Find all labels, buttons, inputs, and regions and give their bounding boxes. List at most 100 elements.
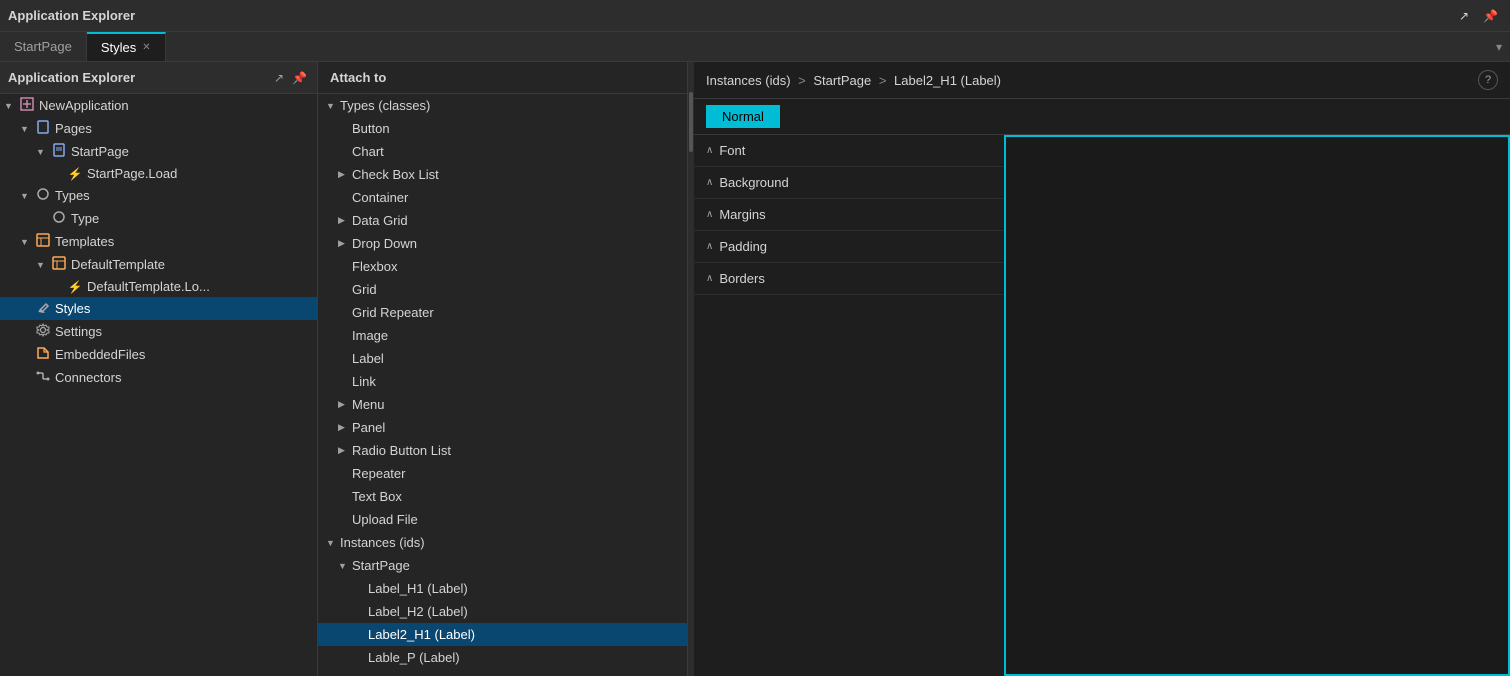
prop-section-arrow-padding: ∧ xyxy=(706,241,713,252)
middle-tree-item-types-classes[interactable]: ▼Types (classes) xyxy=(318,94,687,117)
middle-arrow-drop-down[interactable]: ▶ xyxy=(338,238,352,249)
prop-section-padding[interactable]: ∧Padding xyxy=(694,231,1004,263)
prop-section-margins[interactable]: ∧Margins xyxy=(694,199,1004,231)
middle-tree-item-label[interactable]: Label xyxy=(318,347,687,370)
middle-tree-item-upload-file[interactable]: Upload File xyxy=(318,508,687,531)
middle-tree-item-repeater[interactable]: Repeater xyxy=(318,462,687,485)
tree-arrow-types[interactable]: ▼ xyxy=(20,191,34,201)
help-button[interactable]: ? xyxy=(1478,70,1498,90)
types-icon xyxy=(34,187,52,204)
folder-icon xyxy=(34,346,52,363)
middle-tree-item-radio-button-list[interactable]: ▶Radio Button List xyxy=(318,439,687,462)
tab-overflow-icon[interactable]: ▾ xyxy=(1496,40,1502,54)
sidebar-label-types: Types xyxy=(55,188,90,203)
normal-tab-button[interactable]: Normal xyxy=(706,105,780,128)
sidebar-label-pages: Pages xyxy=(55,121,92,136)
tab-styles[interactable]: Styles ✕ xyxy=(87,32,166,61)
sidebar-item-defaulttemplate-load[interactable]: ⚡DefaultTemplate.Lo... xyxy=(0,276,317,297)
prop-section-label-borders: Borders xyxy=(719,271,765,286)
middle-tree-item-container[interactable]: Container xyxy=(318,186,687,209)
prop-section-borders[interactable]: ∧Borders xyxy=(694,263,1004,295)
middle-label-grid-repeater: Grid Repeater xyxy=(352,305,434,320)
title-bar-pin-btn[interactable]: 📌 xyxy=(1479,7,1502,25)
middle-arrow-instances-ids[interactable]: ▼ xyxy=(326,538,340,548)
middle-label-panel: Panel xyxy=(352,420,385,435)
prop-section-background[interactable]: ∧Background xyxy=(694,167,1004,199)
sidebar-label-new-application: NewApplication xyxy=(39,98,129,113)
middle-tree-item-text-box[interactable]: Text Box xyxy=(318,485,687,508)
sidebar-item-defaulttemplate[interactable]: ▼DefaultTemplate xyxy=(0,253,317,276)
title-bar: Application Explorer ↗ 📌 xyxy=(0,0,1510,32)
middle-arrow-types-classes[interactable]: ▼ xyxy=(326,101,340,111)
middle-tree-item-startpage-inst[interactable]: ▼StartPage xyxy=(318,554,687,577)
type-icon xyxy=(50,210,68,227)
styles-icon xyxy=(34,300,52,317)
sidebar-item-startpage-load[interactable]: ⚡StartPage.Load xyxy=(0,163,317,184)
tree-arrow-new-application[interactable]: ▼ xyxy=(4,101,18,111)
tree-arrow-pages[interactable]: ▼ xyxy=(20,124,34,134)
middle-tree-item-link[interactable]: Link xyxy=(318,370,687,393)
breadcrumb-part-0: Instances (ids) xyxy=(706,73,791,88)
middle-tree-item-data-grid[interactable]: ▶Data Grid xyxy=(318,209,687,232)
sidebar-popout-btn[interactable]: ↗ xyxy=(272,69,286,87)
sidebar-item-new-application[interactable]: ▼ NewApplication xyxy=(0,94,317,117)
sidebar-item-type[interactable]: Type xyxy=(0,207,317,230)
middle-scrollbar[interactable] xyxy=(688,62,694,676)
middle-tree-item-image[interactable]: Image xyxy=(318,324,687,347)
tree-arrow-templates[interactable]: ▼ xyxy=(20,237,34,247)
middle-arrow-check-box-list[interactable]: ▶ xyxy=(338,169,352,180)
middle-tree-item-panel[interactable]: ▶Panel xyxy=(318,416,687,439)
middle-tree-item-label-h1[interactable]: Label_H1 (Label) xyxy=(318,577,687,600)
sidebar-item-connectors[interactable]: Connectors xyxy=(0,366,317,389)
middle-tree-item-menu[interactable]: ▶Menu xyxy=(318,393,687,416)
templates-icon xyxy=(34,233,52,250)
sidebar-item-pages[interactable]: ▼ Pages xyxy=(0,117,317,140)
template-icon xyxy=(50,256,68,273)
sidebar-item-startpage-node[interactable]: ▼StartPage xyxy=(0,140,317,163)
middle-tree-item-drop-down[interactable]: ▶Drop Down xyxy=(318,232,687,255)
middle-tree-item-grid[interactable]: Grid xyxy=(318,278,687,301)
tree-arrow-startpage-node[interactable]: ▼ xyxy=(36,147,50,157)
middle-label-lable-p: Lable_P (Label) xyxy=(368,650,460,665)
tab-styles-close-icon[interactable]: ✕ xyxy=(142,43,150,53)
middle-tree-item-button[interactable]: Button xyxy=(318,117,687,140)
middle-tree-item-instances-ids[interactable]: ▼Instances (ids) xyxy=(318,531,687,554)
sidebar-item-templates[interactable]: ▼ Templates xyxy=(0,230,317,253)
sidebar-item-settings[interactable]: Settings xyxy=(0,320,317,343)
middle-tree-item-lable-p[interactable]: Lable_P (Label) xyxy=(318,646,687,669)
sidebar-label-templates: Templates xyxy=(55,234,114,249)
right-panel: Instances (ids) > StartPage > Label2_H1 … xyxy=(694,62,1510,676)
middle-arrow-data-grid[interactable]: ▶ xyxy=(338,215,352,226)
main-layout: Application Explorer ↗ 📌 ▼NewApplication… xyxy=(0,62,1510,676)
middle-label-radio-button-list: Radio Button List xyxy=(352,443,451,458)
tab-bar: StartPage Styles ✕ ▾ xyxy=(0,32,1510,62)
styles-preview-panel xyxy=(1004,135,1510,676)
middle-tree-item-label2-h1[interactable]: Label2_H1 (Label) xyxy=(318,623,687,646)
sidebar-item-types[interactable]: ▼ Types xyxy=(0,184,317,207)
breadcrumb-part-1: StartPage xyxy=(813,73,871,88)
middle-tree-item-grid-repeater[interactable]: Grid Repeater xyxy=(318,301,687,324)
middle-tree-item-check-box-list[interactable]: ▶Check Box List xyxy=(318,163,687,186)
middle-arrow-startpage-inst[interactable]: ▼ xyxy=(338,561,352,571)
tree-arrow-defaulttemplate[interactable]: ▼ xyxy=(36,260,50,270)
middle-panel: Attach to ▼Types (classes)ButtonChart▶Ch… xyxy=(318,62,688,676)
sidebar-label-startpage-load: StartPage.Load xyxy=(87,166,177,181)
middle-arrow-menu[interactable]: ▶ xyxy=(338,399,352,410)
middle-tree-item-chart[interactable]: Chart xyxy=(318,140,687,163)
middle-label-label: Label xyxy=(352,351,384,366)
middle-label-instances-ids: Instances (ids) xyxy=(340,535,425,550)
prop-section-font[interactable]: ∧Font xyxy=(694,135,1004,167)
middle-tree-item-flexbox[interactable]: Flexbox xyxy=(318,255,687,278)
middle-arrow-panel[interactable]: ▶ xyxy=(338,422,352,433)
sidebar-item-embedded-files[interactable]: EmbeddedFiles xyxy=(0,343,317,366)
middle-label-upload-file: Upload File xyxy=(352,512,418,527)
bolt-icon: ⚡ xyxy=(66,280,84,294)
bolt-icon: ⚡ xyxy=(66,167,84,181)
sidebar-item-styles-node[interactable]: Styles xyxy=(0,297,317,320)
tab-startpage[interactable]: StartPage xyxy=(0,32,87,61)
title-bar-popout-btn[interactable]: ↗ xyxy=(1455,7,1473,25)
sidebar-pin-btn[interactable]: 📌 xyxy=(290,69,309,87)
middle-arrow-radio-button-list[interactable]: ▶ xyxy=(338,445,352,456)
breadcrumb-separator: > xyxy=(795,73,810,88)
middle-tree-item-label-h2[interactable]: Label_H2 (Label) xyxy=(318,600,687,623)
